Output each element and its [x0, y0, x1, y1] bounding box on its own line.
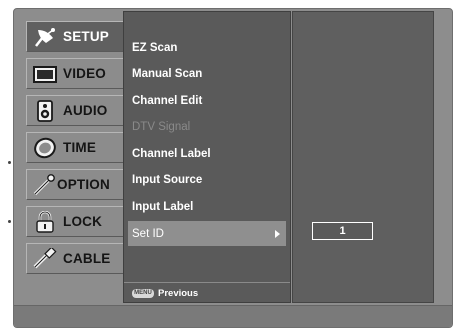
- option-icon: [33, 174, 57, 196]
- tv-screen-icon: [33, 63, 57, 85]
- previous-label: Previous: [158, 288, 199, 299]
- cable-icon: [33, 248, 57, 270]
- menu-item-label: Set ID: [132, 227, 164, 240]
- menu-item-label: Input Source: [132, 173, 203, 186]
- tab-cable[interactable]: CABLE: [26, 243, 135, 274]
- tab-lock[interactable]: LOCK: [26, 206, 135, 237]
- tab-audio-label: AUDIO: [63, 103, 108, 118]
- menu-item-ez-scan[interactable]: EZ Scan: [128, 35, 286, 60]
- chevron-right-icon: [275, 230, 280, 238]
- previous-menu-hint[interactable]: MENU Previous: [132, 288, 198, 299]
- satellite-dish-icon: [33, 26, 57, 48]
- menu-item-label: Channel Label: [132, 147, 211, 160]
- menu-item-input-source[interactable]: Input Source: [128, 167, 286, 192]
- menu-item-channel-label[interactable]: Channel Label: [128, 141, 286, 166]
- tab-option[interactable]: OPTION: [26, 169, 135, 200]
- menu-item-label: Channel Edit: [132, 94, 203, 107]
- submenu-divider: [124, 282, 290, 283]
- padlock-icon: [33, 211, 57, 233]
- menu-item-channel-edit[interactable]: Channel Edit: [128, 88, 286, 113]
- menu-item-manual-scan[interactable]: Manual Scan: [128, 61, 286, 86]
- tab-cable-label: CABLE: [63, 251, 111, 266]
- tab-time[interactable]: TIME: [26, 132, 135, 163]
- menu-item-label: DTV Signal: [132, 120, 191, 133]
- menu-key-icon: MENU: [132, 289, 154, 298]
- tab-video-label: VIDEO: [63, 66, 107, 81]
- menu-item-label: Input Label: [132, 200, 194, 213]
- clock-icon: [33, 137, 57, 159]
- tab-time-label: TIME: [63, 140, 97, 155]
- value-panel: [292, 11, 434, 303]
- page-margin-dot: [8, 220, 11, 223]
- main-menu-sidebar: SETUP VIDEO AUDIO TIME OPTION LOCK CABLE: [26, 21, 135, 280]
- page-margin-dot: [8, 161, 11, 164]
- tab-option-label: OPTION: [57, 177, 110, 192]
- menu-item-label: Manual Scan: [132, 67, 203, 80]
- tab-lock-label: LOCK: [63, 214, 103, 229]
- osd-bottom-bar: [14, 305, 452, 327]
- menu-item-set-id[interactable]: Set ID: [128, 221, 286, 246]
- tab-video[interactable]: VIDEO: [26, 58, 135, 89]
- menu-item-dtv-signal: DTV Signal: [128, 114, 286, 139]
- setup-submenu: EZ Scan Manual Scan Channel Edit DTV Sig…: [123, 11, 291, 303]
- tab-setup-label: SETUP: [63, 29, 110, 44]
- tab-setup[interactable]: SETUP: [26, 21, 135, 52]
- menu-item-input-label[interactable]: Input Label: [128, 194, 286, 219]
- speaker-icon: [33, 100, 57, 122]
- set-id-value-field[interactable]: 1: [312, 222, 373, 240]
- tab-audio[interactable]: AUDIO: [26, 95, 135, 126]
- menu-item-label: EZ Scan: [132, 41, 178, 54]
